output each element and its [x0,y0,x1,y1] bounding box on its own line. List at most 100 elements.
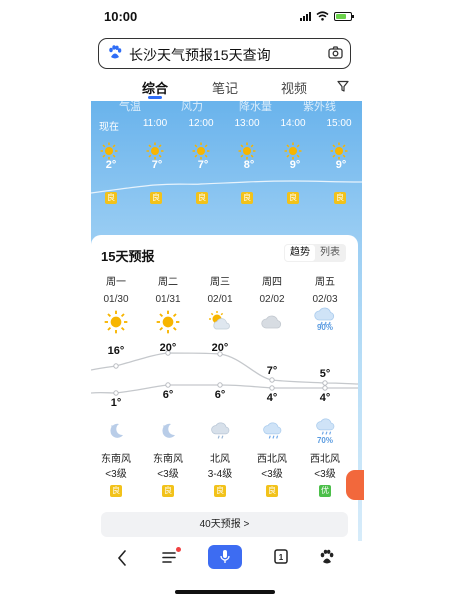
day-column[interactable]: 周五 02/03 [300,273,350,305]
hour-time: 11:00 [142,118,168,129]
signal-icon [300,11,311,21]
wind-direction: 东南风 [153,454,183,465]
voice-search-button[interactable] [208,545,242,569]
day-date: 02/02 [259,294,285,305]
hour-temp: 7° [197,159,209,171]
low-temp-label: 1° [110,397,122,409]
hour-temp: 9° [335,159,347,171]
hour-col: 14:00 [273,118,313,165]
wind-level: <3级 [157,469,179,480]
home-indicator [175,590,275,594]
hour-time: 15:00 [326,118,352,129]
day-date: 02/03 [312,294,338,305]
forty-day-forecast-button[interactable]: 40天预报 > [101,512,348,537]
cloud-icon [261,315,282,329]
tab-videos[interactable]: 视频 [281,78,307,97]
result-tabs: 综合 笔记 视频 [98,74,351,98]
wind-direction: 西北风 [257,454,287,465]
toggle-list[interactable]: 列表 [315,245,345,261]
hour-time: 13:00 [234,118,260,129]
sun-icon [284,142,302,160]
moon-icon [110,423,123,438]
wind-direction: 北风 [210,454,230,465]
filter-icon[interactable] [337,80,349,92]
sun-icon [104,310,128,334]
high-temp-label: 20° [159,342,177,354]
sun-icon [192,142,210,160]
low-temp-point [322,385,328,391]
floating-side-button[interactable] [346,470,364,500]
back-icon[interactable] [117,550,127,566]
day-column[interactable]: 周二 01/31 [143,273,193,305]
low-temp-label: 6° [162,389,174,401]
sun-icon [100,142,118,160]
hour-temp: 7° [151,159,163,171]
search-bar[interactable]: 长沙天气预报15天查询 [98,38,351,69]
air-quality-badge: 良 [162,485,174,497]
sun-icon [330,142,348,160]
hour-col: 11:00 [135,118,175,165]
day-name: 周四 [262,277,282,288]
day-name: 周三 [210,277,230,288]
baidu-paw-icon [109,45,122,59]
day-column[interactable]: 周四 02/02 [247,273,297,305]
notification-dot [176,547,181,552]
air-quality-badge: 良 [105,192,117,204]
night-precip-chance: 70% [316,436,333,445]
wind-direction: 西北风 [310,454,340,465]
low-temp-point [113,390,119,396]
air-quality-badge: 良 [196,192,208,204]
hour-col: 12:00 [181,118,221,165]
tabs-count-icon[interactable]: 1 [274,549,288,564]
svg-text:1: 1 [279,553,284,562]
hour-time: 12:00 [188,118,214,129]
menu-icon[interactable] [162,551,176,564]
high-temp-point [113,363,119,369]
search-input[interactable]: 长沙天气预报15天查询 [129,45,271,65]
sun-icon [156,310,180,334]
hour-temp: 9° [289,159,301,171]
wind-level: <3级 [105,469,127,480]
tab-overall[interactable]: 综合 [142,78,168,97]
day-column[interactable]: 周一 01/30 [91,273,141,305]
partly-cloudy-icon [209,311,230,330]
wind-direction: 东南风 [101,454,131,465]
forecast-card: 15天预报 趋势 列表 周一 01/30 周二 01/31 周三 02/01 周… [91,235,358,541]
air-quality-badge: 良 [287,192,299,204]
day-date: 01/30 [103,294,129,305]
air-quality-badge: 良 [266,485,278,497]
hour-col: 13:00 [227,118,267,165]
day-column[interactable]: 周三 02/01 [195,273,245,305]
air-quality-badge: 良 [110,485,122,497]
hour-time: 现在 [99,122,119,133]
baidu-paw-icon[interactable] [319,549,335,565]
high-temp-label: 7° [266,365,278,377]
high-temp-point [322,380,328,386]
sun-icon [238,142,256,160]
high-temp-label: 20° [211,342,229,354]
high-temp-point [269,377,275,383]
status-bar: 10:00 [0,0,449,34]
air-quality-badge: 良 [150,192,162,204]
air-quality-badge: 良 [214,485,226,497]
low-temp-label: 6° [214,389,226,401]
battery-icon [334,11,354,21]
low-temp-label: 4° [266,392,278,404]
high-temp-label: 5° [319,368,331,380]
precip-chance: 90% [316,323,333,332]
low-temp-point [165,382,171,388]
camera-icon[interactable] [328,46,343,59]
hour-temp: 8° [243,159,255,171]
wind-level: <3级 [261,469,283,480]
high-temp-label: 16° [107,345,125,357]
air-quality-badge: 良 [334,192,346,204]
day-date: 01/31 [155,294,181,305]
day-name: 周二 [158,277,178,288]
air-quality-badge: 良 [241,192,253,204]
hour-col: 现在 [91,118,129,165]
low-temp-point [217,382,223,388]
day-date: 02/01 [207,294,233,305]
toggle-trend[interactable]: 趋势 [285,245,315,261]
tab-notes[interactable]: 笔记 [212,78,238,97]
day-name: 周一 [106,277,126,288]
